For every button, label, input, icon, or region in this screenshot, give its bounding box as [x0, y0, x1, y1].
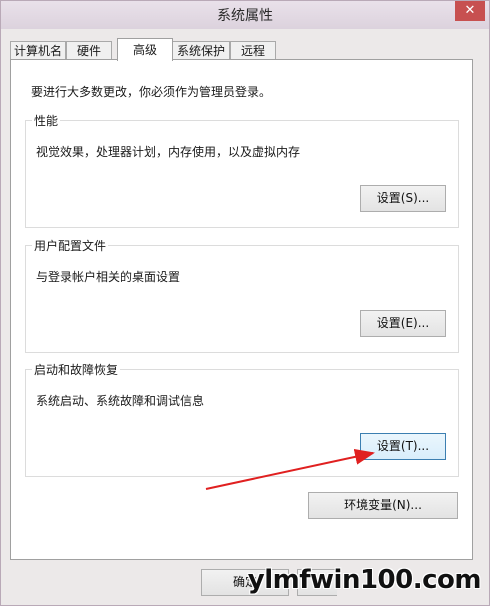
tab-advanced[interactable]: 高级: [117, 38, 173, 61]
system-properties-window: 系统属性 ✕ 计算机名 硬件 高级 系统保护 远程 要进行大多数更改，你必须作为…: [0, 0, 490, 606]
annotation-arrow: [205, 448, 375, 490]
watermark-logo: ylmfwin100.com: [247, 565, 482, 595]
